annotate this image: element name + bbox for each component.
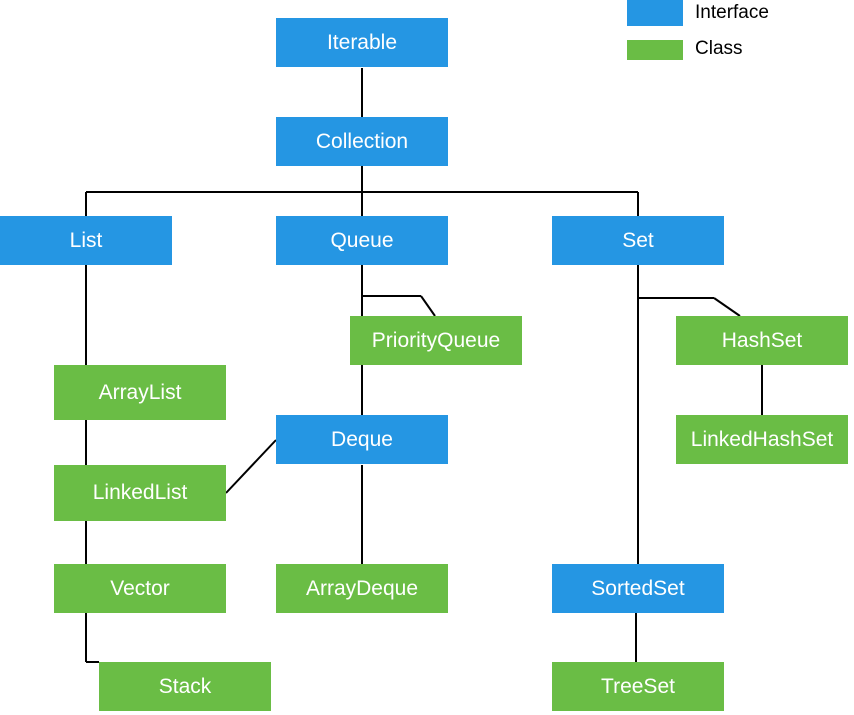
node-treeset: TreeSet bbox=[552, 662, 724, 711]
node-arraydeque: ArrayDeque bbox=[276, 564, 448, 613]
node-stack: Stack bbox=[99, 662, 271, 711]
node-arraylist: ArrayList bbox=[54, 365, 226, 420]
node-linkedlist: LinkedList bbox=[54, 465, 226, 521]
node-set: Set bbox=[552, 216, 724, 265]
node-deque: Deque bbox=[276, 415, 448, 464]
legend-interface-swatch bbox=[627, 0, 683, 26]
legend-interface-label: Interface bbox=[695, 2, 769, 24]
node-vector: Vector bbox=[54, 564, 226, 613]
node-hashset: HashSet bbox=[676, 316, 848, 365]
node-linkedhashset: LinkedHashSet bbox=[676, 415, 848, 464]
node-collection: Collection bbox=[276, 117, 448, 166]
node-sortedset: SortedSet bbox=[552, 564, 724, 613]
legend-class-label: Class bbox=[695, 38, 743, 60]
node-list: List bbox=[0, 216, 172, 265]
legend-class-swatch bbox=[627, 40, 683, 60]
node-iterable: Iterable bbox=[276, 18, 448, 67]
node-priorityqueue: PriorityQueue bbox=[350, 316, 522, 365]
node-queue: Queue bbox=[276, 216, 448, 265]
